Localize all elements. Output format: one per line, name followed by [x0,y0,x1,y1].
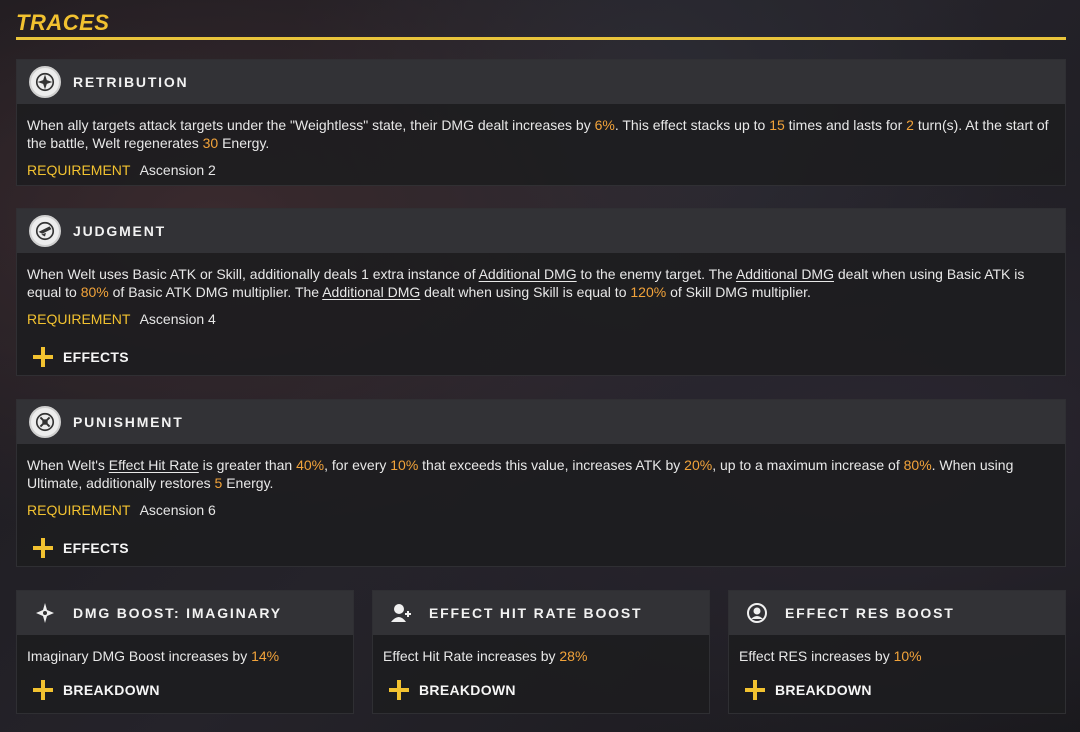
keyword-link[interactable]: Additional DMG [736,266,834,282]
requirement-label: REQUIREMENT [27,311,131,327]
stat-header: EFFECT RES BOOST [729,591,1065,635]
description-text: times and lasts for [784,117,907,133]
description-text: When ally targets attack targets under t… [27,117,595,133]
breakdown-label: BREAKDOWN [419,682,516,698]
requirement-value: Ascension 6 [139,502,216,518]
stat-title: EFFECT HIT RATE BOOST [429,605,643,621]
stat-header: EFFECT HIT RATE BOOST [373,591,709,635]
description-text: is greater than [198,457,297,473]
stat-value: 14% [251,648,280,664]
effect-hit-rate-icon [387,599,415,627]
stat-text: Effect Hit Rate increases by [383,648,560,664]
trace-header: JUDGMENT [17,209,1065,253]
plus-icon [33,680,53,700]
description-text: of Basic ATK DMG multiplier. The [108,284,323,300]
traces-page: TRACES [16,0,1066,40]
stat-description: Effect RES increases by 10% [739,647,1055,665]
keyword-link[interactable]: Additional DMG [322,284,420,300]
keyword-link[interactable]: Additional DMG [479,266,577,282]
section-title: TRACES [16,10,110,35]
description-text: , for every [324,457,391,473]
highlighted-value: 30 [202,135,219,151]
trace-description: When Welt uses Basic ATK or Skill, addit… [27,265,1055,301]
stat-text: Imaginary DMG Boost increases by [27,648,252,664]
punishment-icon [29,406,61,438]
breakdown-toggle[interactable]: BREAKDOWN [27,665,343,715]
trace-card-punishment: PUNISHMENT When Welt's Effect Hit Rate i… [16,399,1066,567]
trace-card-retribution: RETRIBUTION When ally targets attack tar… [16,59,1066,186]
trace-description: When ally targets attack targets under t… [27,116,1055,152]
description-text: that exceeds this value, increases ATK b… [418,457,685,473]
description-text: When Welt's [27,457,109,473]
description-text: Energy. [218,135,270,151]
highlighted-value: 80% [903,457,932,473]
stat-text: Effect RES increases by [739,648,894,664]
requirement-row: REQUIREMENT Ascension 6 [27,501,1055,519]
trace-description: When Welt's Effect Hit Rate is greater t… [27,456,1055,492]
trace-card-judgment: JUDGMENT When Welt uses Basic ATK or Ski… [16,208,1066,376]
description-text: to the enemy target. The [576,266,736,282]
stat-title: EFFECT RES BOOST [785,605,955,621]
highlighted-value: 120% [630,284,667,300]
retribution-icon [29,66,61,98]
imaginary-icon [31,599,59,627]
stat-card-effect-hit-rate: EFFECT HIT RATE BOOST Effect Hit Rate in… [372,590,710,714]
stat-header: DMG BOOST: IMAGINARY [17,591,353,635]
requirement-row: REQUIREMENT Ascension 2 [27,161,1055,179]
effects-toggle[interactable]: EFFECTS [27,523,1055,573]
breakdown-label: BREAKDOWN [63,682,160,698]
judgment-icon [29,215,61,247]
trace-title: PUNISHMENT [73,414,184,430]
requirement-label: REQUIREMENT [27,162,131,178]
effects-label: EFFECTS [63,349,129,365]
highlighted-value: 6% [594,117,615,133]
highlighted-value: 20% [684,457,713,473]
breakdown-toggle[interactable]: BREAKDOWN [739,665,1055,715]
trace-header: PUNISHMENT [17,400,1065,444]
effect-res-icon [743,599,771,627]
description-text: When Welt uses Basic ATK or Skill, addit… [27,266,479,282]
section-header: TRACES [16,0,1066,40]
stat-card-effect-res: EFFECT RES BOOST Effect RES increases by… [728,590,1066,714]
requirement-row: REQUIREMENT Ascension 4 [27,310,1055,328]
keyword-link[interactable]: Effect Hit Rate [109,457,199,473]
description-text: Energy. [222,475,274,491]
effects-toggle[interactable]: EFFECTS [27,332,1055,382]
stat-value: 10% [893,648,922,664]
trace-header: RETRIBUTION [17,60,1065,104]
requirement-value: Ascension 4 [139,311,216,327]
highlighted-value: 40% [296,457,325,473]
highlighted-value: 2 [906,117,914,133]
highlighted-value: 80% [80,284,109,300]
breakdown-toggle[interactable]: BREAKDOWN [383,665,699,715]
plus-icon [33,347,53,367]
description-text: , up to a maximum increase of [712,457,904,473]
plus-icon [33,538,53,558]
trace-title: JUDGMENT [73,223,166,239]
highlighted-value: 15 [769,117,785,133]
effects-label: EFFECTS [63,540,129,556]
stat-card-imaginary: DMG BOOST: IMAGINARY Imaginary DMG Boost… [16,590,354,714]
stat-description: Effect Hit Rate increases by 28% [383,647,699,665]
requirement-value: Ascension 2 [139,162,216,178]
description-text: dealt when using Skill is equal to [420,284,631,300]
stat-description: Imaginary DMG Boost increases by 14% [27,647,343,665]
breakdown-label: BREAKDOWN [775,682,872,698]
description-text: of Skill DMG multiplier. [666,284,811,300]
stat-title: DMG BOOST: IMAGINARY [73,605,282,621]
stat-value: 28% [559,648,588,664]
requirement-label: REQUIREMENT [27,502,131,518]
plus-icon [389,680,409,700]
trace-title: RETRIBUTION [73,74,189,90]
highlighted-value: 10% [390,457,419,473]
description-text: . This effect stacks up to [614,117,770,133]
plus-icon [745,680,765,700]
